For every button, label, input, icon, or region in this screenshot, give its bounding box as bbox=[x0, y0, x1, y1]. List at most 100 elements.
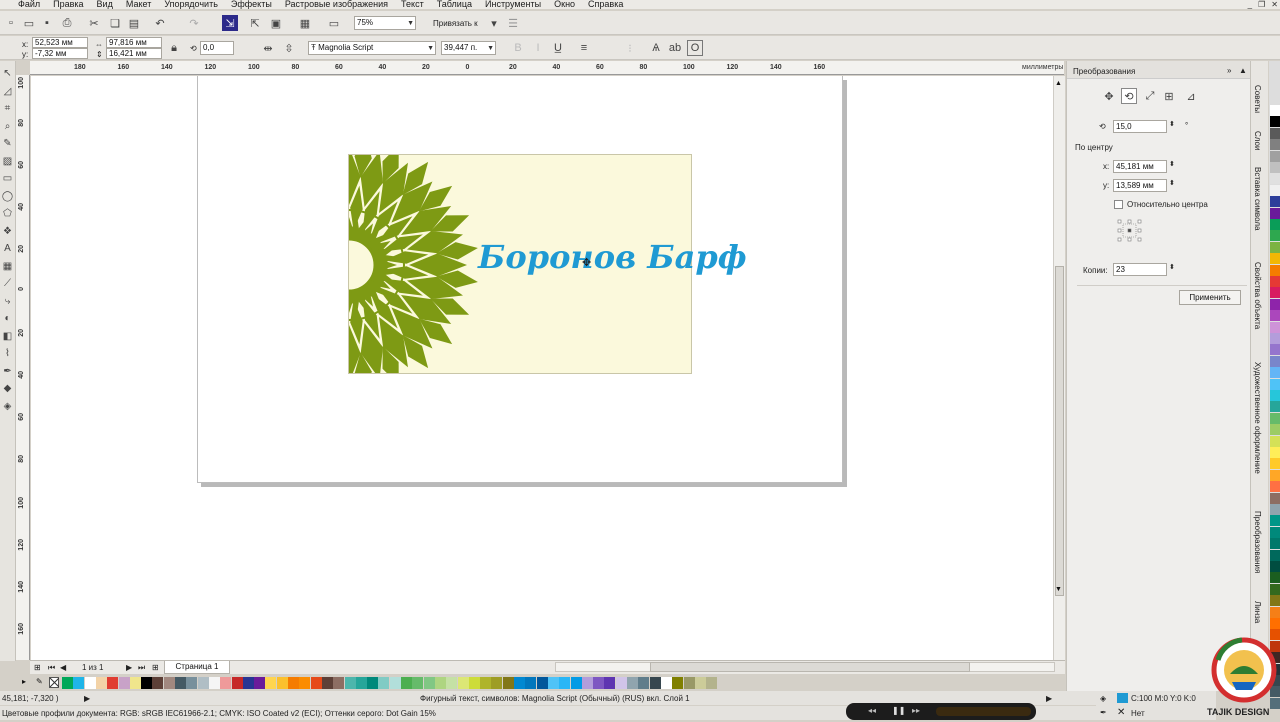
scroll-down-icon[interactable]: ▼ bbox=[1055, 586, 1062, 593]
text-properties-icon[interactable]: Ѧ bbox=[648, 40, 664, 56]
color-swatch[interactable] bbox=[1270, 321, 1280, 333]
close-icon[interactable]: ✕ bbox=[1271, 0, 1278, 9]
card-title-text[interactable]: Боронов Барф bbox=[478, 238, 747, 276]
color-swatch[interactable] bbox=[1270, 561, 1280, 572]
edit-text-icon[interactable]: ab bbox=[667, 40, 683, 56]
color-swatch[interactable] bbox=[1270, 549, 1280, 561]
height-input[interactable]: 16,421 мм bbox=[106, 48, 162, 59]
color-swatch[interactable] bbox=[1270, 207, 1280, 219]
zoom-level-select[interactable]: 75% ▼ bbox=[354, 16, 416, 30]
next-page-button[interactable]: ▶ bbox=[126, 663, 132, 672]
color-swatch[interactable] bbox=[1270, 127, 1280, 139]
relative-center-checkbox[interactable] bbox=[1114, 200, 1123, 209]
print-icon[interactable]: ⎙ bbox=[59, 15, 75, 31]
first-page-icon[interactable]: ⊞ bbox=[34, 663, 41, 672]
options-icon[interactable]: ☰ bbox=[505, 15, 521, 31]
first-page-button[interactable]: ⏮ bbox=[48, 663, 55, 673]
color-swatch[interactable] bbox=[694, 677, 706, 689]
color-swatch[interactable] bbox=[570, 677, 582, 689]
color-swatch[interactable] bbox=[321, 677, 333, 689]
color-swatch[interactable] bbox=[1270, 310, 1280, 322]
color-swatch[interactable] bbox=[1270, 435, 1280, 447]
docker-expand-icon[interactable]: » bbox=[1227, 66, 1231, 75]
color-swatch[interactable] bbox=[1270, 390, 1280, 401]
color-swatch[interactable] bbox=[547, 677, 559, 689]
color-swatch[interactable] bbox=[1270, 526, 1280, 538]
color-swatch[interactable] bbox=[683, 677, 695, 689]
color-swatch[interactable] bbox=[62, 677, 73, 689]
color-swatch[interactable] bbox=[367, 677, 379, 689]
add-page-icon[interactable]: ⊞ bbox=[152, 663, 159, 672]
menu-item[interactable]: Макет bbox=[126, 0, 151, 9]
redo-icon[interactable]: ↷ bbox=[186, 15, 202, 31]
color-swatch[interactable] bbox=[1270, 162, 1280, 173]
vertical-ruler[interactable]: 10080604020020406080100120140160180 bbox=[16, 75, 30, 660]
color-swatch[interactable] bbox=[1270, 333, 1280, 344]
color-swatch[interactable] bbox=[423, 677, 435, 689]
save-icon[interactable]: ▪ bbox=[39, 15, 55, 31]
import-icon[interactable]: ⇲ bbox=[222, 15, 238, 31]
vertical-scrollbar[interactable]: ▲ ▼ bbox=[1053, 76, 1065, 660]
color-swatch[interactable] bbox=[1270, 583, 1280, 595]
color-swatch[interactable] bbox=[559, 677, 571, 689]
color-swatch[interactable] bbox=[141, 677, 153, 689]
color-swatch[interactable] bbox=[434, 677, 446, 689]
color-swatch[interactable] bbox=[1270, 230, 1280, 242]
rotation-angle-input[interactable]: 15,0 bbox=[1113, 120, 1167, 133]
snap-to-label[interactable]: Привязать к bbox=[433, 19, 478, 28]
smart-fill-icon[interactable]: ▨ bbox=[1, 155, 14, 168]
width-input[interactable]: 97,816 мм bbox=[106, 37, 162, 48]
color-swatch[interactable] bbox=[1270, 481, 1280, 493]
export-icon[interactable]: ⇱ bbox=[247, 15, 263, 31]
menu-item[interactable]: Растровые изображения bbox=[285, 0, 388, 9]
color-swatch[interactable] bbox=[1270, 287, 1280, 299]
page-tab[interactable]: Страница 1 bbox=[164, 661, 230, 674]
color-swatch[interactable] bbox=[502, 677, 514, 689]
center-x-input[interactable]: 45,181 мм bbox=[1113, 160, 1167, 173]
fill-color-swatch[interactable] bbox=[1117, 693, 1128, 703]
mirror-horizontal-icon[interactable]: ⇹ bbox=[260, 40, 276, 56]
color-swatch[interactable] bbox=[1270, 458, 1280, 470]
color-swatch[interactable] bbox=[95, 677, 107, 689]
color-swatch[interactable] bbox=[1270, 298, 1280, 310]
color-swatch[interactable] bbox=[1270, 412, 1280, 424]
pick-tool-icon[interactable]: ↖ bbox=[1, 67, 14, 80]
outline-pen-icon[interactable]: ✒ bbox=[1, 365, 14, 378]
color-swatch[interactable] bbox=[1270, 424, 1280, 436]
color-swatch[interactable] bbox=[129, 677, 141, 689]
ellipse-tool-icon[interactable]: ◯ bbox=[1, 190, 14, 203]
copies-spin-icon[interactable]: ⬍ bbox=[1169, 263, 1175, 271]
center-y-spin-icon[interactable]: ⬍ bbox=[1169, 179, 1175, 187]
color-swatch[interactable] bbox=[1270, 276, 1280, 287]
rewind-icon[interactable]: ◂◂ bbox=[868, 706, 876, 715]
transparency-tool-icon[interactable]: ◧ bbox=[1, 330, 14, 343]
color-swatch[interactable] bbox=[480, 677, 492, 689]
rectangle-tool-icon[interactable]: ▭ bbox=[1, 172, 14, 185]
undo-icon[interactable]: ↶ bbox=[152, 15, 168, 31]
docker-tab[interactable]: Художественное оформление bbox=[1253, 362, 1262, 474]
mirror-vertical-icon[interactable]: ⇳ bbox=[281, 40, 297, 56]
color-palette-horizontal[interactable] bbox=[62, 676, 762, 690]
text-tool-icon[interactable]: A bbox=[1, 242, 14, 255]
bullet-list-icon[interactable]: ⁝ bbox=[622, 40, 638, 56]
color-swatch[interactable] bbox=[1270, 504, 1280, 515]
color-swatch[interactable] bbox=[231, 677, 243, 689]
no-color-swatch[interactable] bbox=[49, 677, 60, 688]
color-swatch[interactable] bbox=[208, 677, 220, 689]
color-swatch[interactable] bbox=[1270, 116, 1280, 128]
color-swatch[interactable] bbox=[299, 677, 311, 689]
menu-item[interactable]: Правка bbox=[53, 0, 83, 9]
welcome-screen-icon[interactable]: ▭ bbox=[326, 15, 342, 31]
dimension-tool-icon[interactable]: ⟋ bbox=[1, 277, 14, 290]
color-swatch[interactable] bbox=[107, 677, 119, 689]
paste-icon[interactable]: ▤ bbox=[126, 15, 142, 31]
color-swatch[interactable] bbox=[288, 677, 299, 689]
color-swatch[interactable] bbox=[1270, 196, 1280, 208]
color-swatch[interactable] bbox=[344, 677, 356, 689]
pause-icon[interactable]: ❚❚ bbox=[892, 706, 905, 715]
polygon-tool-icon[interactable]: ⬠ bbox=[1, 207, 14, 220]
publish-pdf-icon[interactable]: ▣ bbox=[268, 15, 284, 31]
color-swatch[interactable] bbox=[118, 677, 130, 689]
horizontal-ruler[interactable]: 180 160 140 120 100 80 60 40 20 0 20 40 60 80 100 120 14… bbox=[30, 61, 1064, 75]
zoom-tool-icon[interactable]: ⌕ bbox=[1, 120, 14, 133]
